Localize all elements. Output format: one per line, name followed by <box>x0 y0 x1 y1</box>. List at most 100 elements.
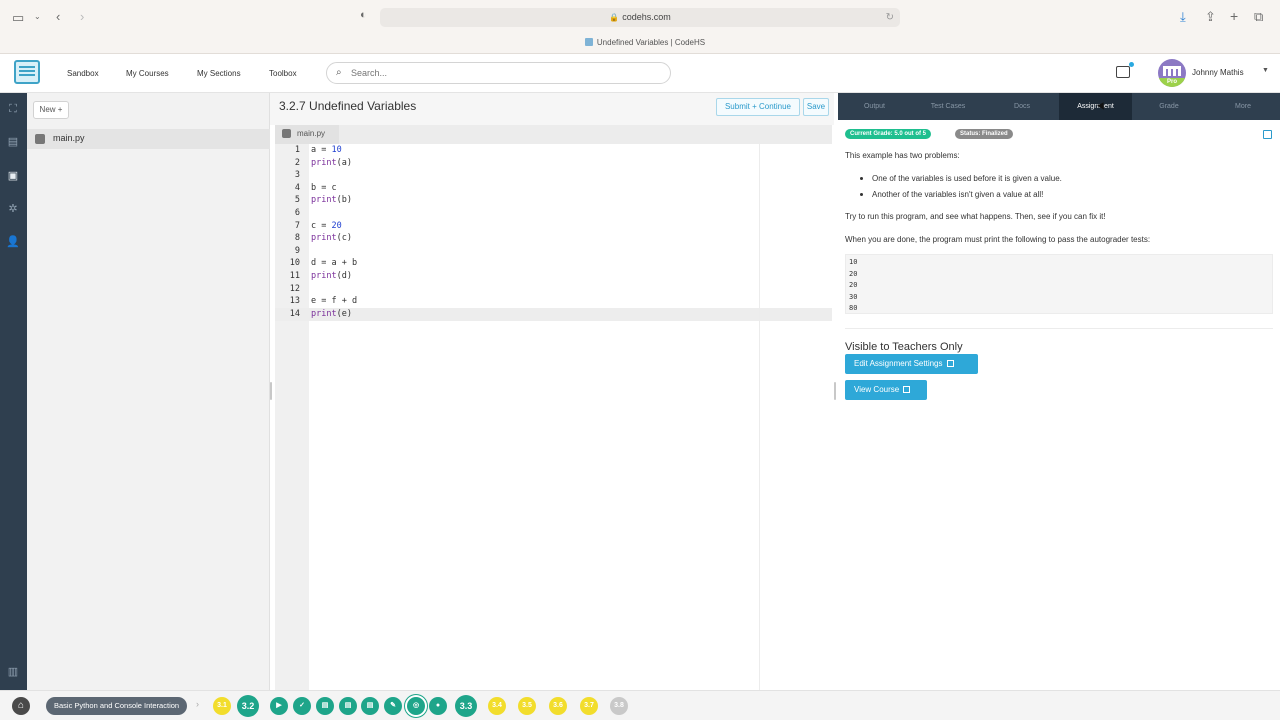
avatar[interactable]: Pro <box>1158 59 1186 87</box>
line-number: 12 <box>289 283 300 294</box>
quiz-icon[interactable]: ● <box>429 697 447 715</box>
chevron-down-icon[interactable]: ⌄ <box>34 12 41 21</box>
left-icon-rail: ⛶ ▤ ▣ ✲ 👤 ▥ <box>0 93 27 690</box>
map-icon[interactable]: ⛶ <box>6 103 20 115</box>
unit-3-6[interactable]: 3.6 <box>549 697 567 715</box>
nav-my-sections[interactable]: My Sections <box>197 69 241 78</box>
unit-3-4[interactable]: 3.4 <box>488 697 506 715</box>
save-button[interactable]: Save <box>803 98 829 116</box>
home-icon[interactable]: ⌂ <box>12 697 30 715</box>
code-text: (d) <box>336 271 352 281</box>
code-text: (b) <box>336 195 352 206</box>
address-bar[interactable]: 🔒 codehs.com ↻ <box>380 8 900 27</box>
nav-toolbox[interactable]: Toolbox <box>269 69 297 78</box>
video-icon[interactable]: ▶ <box>270 697 288 715</box>
code-line[interactable]: a = 10 <box>311 145 342 155</box>
tab-test-cases[interactable]: Test Cases <box>911 93 985 120</box>
teachers-only-heading: Visible to Teachers Only <box>845 341 963 353</box>
document-icon[interactable]: ▤ <box>339 697 357 715</box>
code-line[interactable]: c = 20 <box>311 221 342 231</box>
line-number: 5 <box>294 195 300 206</box>
shield-icon[interactable]: ◐ <box>360 9 367 21</box>
codehs-logo-icon[interactable] <box>14 60 40 84</box>
external-link-icon[interactable] <box>1263 130 1272 139</box>
code-line[interactable]: d = a + b <box>311 258 357 268</box>
users-icon[interactable]: 👤 <box>6 236 20 248</box>
unit-3-8[interactable]: 3.8 <box>610 697 628 715</box>
briefcase-icon[interactable]: ▤ <box>6 136 20 148</box>
course-name-pill[interactable]: Basic Python and Console Interaction <box>46 697 188 715</box>
status-badge: Status: Finalized <box>955 129 1013 139</box>
submit-continue-button[interactable]: Submit + Continue <box>716 98 800 116</box>
caret-down-icon[interactable]: ▼ <box>1262 67 1269 74</box>
code-line[interactable]: print(c) <box>311 233 352 243</box>
line-number: 13 <box>289 296 300 307</box>
edit-assignment-settings-button[interactable]: Edit Assignment Settings <box>845 354 978 374</box>
chevron-right-icon: › <box>196 699 199 709</box>
files-splitter[interactable] <box>270 382 272 400</box>
url-text: codehs.com <box>622 12 671 22</box>
nav-my-courses[interactable]: My Courses <box>126 69 169 78</box>
intro-text: This example has two problems: <box>845 151 960 160</box>
browser-toolbar: ▭ ⌄ ‹ › ◐ 🔒 codehs.com ↻ ⤓ ⇪ + ⧉ Undefine… <box>0 0 1280 54</box>
new-file-button[interactable]: New + <box>33 101 69 119</box>
code-exercise-icon[interactable]: ◎ <box>407 697 425 715</box>
document-icon[interactable]: ▤ <box>361 697 379 715</box>
code-text: (a) <box>336 157 352 168</box>
unit-3-2[interactable]: 3.2 <box>237 695 259 717</box>
editor-splitter[interactable] <box>834 382 836 400</box>
editor-file-tabs: main.py <box>275 125 832 144</box>
unit-3-3[interactable]: 3.3 <box>455 695 477 717</box>
code-line[interactable]: print(a) <box>311 158 352 168</box>
unit-3-7[interactable]: 3.7 <box>580 697 598 715</box>
unit-3-5[interactable]: 3.5 <box>518 697 536 715</box>
file-tab-label: main.py <box>297 129 326 138</box>
tab-output[interactable]: Output <box>838 93 911 120</box>
file-tab-main-py[interactable]: main.py <box>275 125 339 144</box>
tab-more[interactable]: More <box>1206 93 1280 120</box>
check-icon[interactable]: ✓ <box>293 697 311 715</box>
expected-output-line: 20 <box>849 269 858 278</box>
line-number: 6 <box>294 208 300 218</box>
code-keyword: print <box>311 233 337 244</box>
sidebar-toggle-icon[interactable]: ▭ <box>12 10 24 26</box>
download-icon[interactable]: ⤓ <box>1180 9 1186 25</box>
tab-docs[interactable]: Docs <box>985 93 1059 120</box>
tab-assignment[interactable]: Assignment <box>1059 93 1132 120</box>
nav-sandbox[interactable]: Sandbox <box>67 69 99 78</box>
code-line[interactable]: e = f + d <box>311 296 357 306</box>
notifications-icon[interactable] <box>1116 62 1134 78</box>
editor-header: 3.2.7 Undefined Variables Submit + Conti… <box>270 93 834 125</box>
bullet-icon <box>860 193 863 196</box>
code-icon[interactable]: ▣ <box>6 170 20 182</box>
back-icon[interactable]: ‹ <box>56 9 60 24</box>
reload-icon[interactable]: ↻ <box>886 8 894 27</box>
forward-icon[interactable]: › <box>80 9 84 24</box>
pencil-icon[interactable]: ✎ <box>384 697 402 715</box>
problem-item-1: One of the variables is used before it i… <box>872 174 1062 183</box>
new-tab-icon[interactable]: + <box>1230 8 1238 24</box>
tab-grade[interactable]: Grade <box>1132 93 1206 120</box>
share-icon[interactable]: ⇪ <box>1205 9 1216 25</box>
file-item-main-py[interactable]: main.py <box>27 129 270 149</box>
app-header: Sandbox My Courses My Sections Toolbox ⌕… <box>0 54 1280 93</box>
code-line[interactable]: print(d) <box>311 271 352 281</box>
gear-icon[interactable]: ✲ <box>6 203 20 215</box>
code-line[interactable]: b = c <box>311 183 337 193</box>
edit-settings-label: Edit Assignment Settings <box>854 359 943 368</box>
panel-toggle-icon[interactable]: ▥ <box>6 666 20 678</box>
exercise-title: 3.2.7 Undefined Variables <box>279 99 417 113</box>
code-text: (e) <box>336 308 352 319</box>
view-course-button[interactable]: View Course <box>845 380 927 400</box>
tabs-overview-icon[interactable]: ⧉ <box>1254 9 1263 25</box>
document-icon[interactable]: ▤ <box>316 697 334 715</box>
code-line[interactable]: print(b) <box>311 195 352 205</box>
lock-icon: 🔒 <box>609 13 620 22</box>
user-name[interactable]: Johnny Mathis <box>1192 68 1244 77</box>
unit-3-1[interactable]: 3.1 <box>213 697 231 715</box>
code-line[interactable]: print(e) <box>311 309 352 319</box>
problem-item-2: Another of the variables isn't given a v… <box>872 190 1044 199</box>
search-input[interactable] <box>351 66 651 80</box>
code-editor[interactable] <box>309 144 832 690</box>
browser-tab[interactable]: Undefined Variables | CodeHS <box>0 38 1280 47</box>
